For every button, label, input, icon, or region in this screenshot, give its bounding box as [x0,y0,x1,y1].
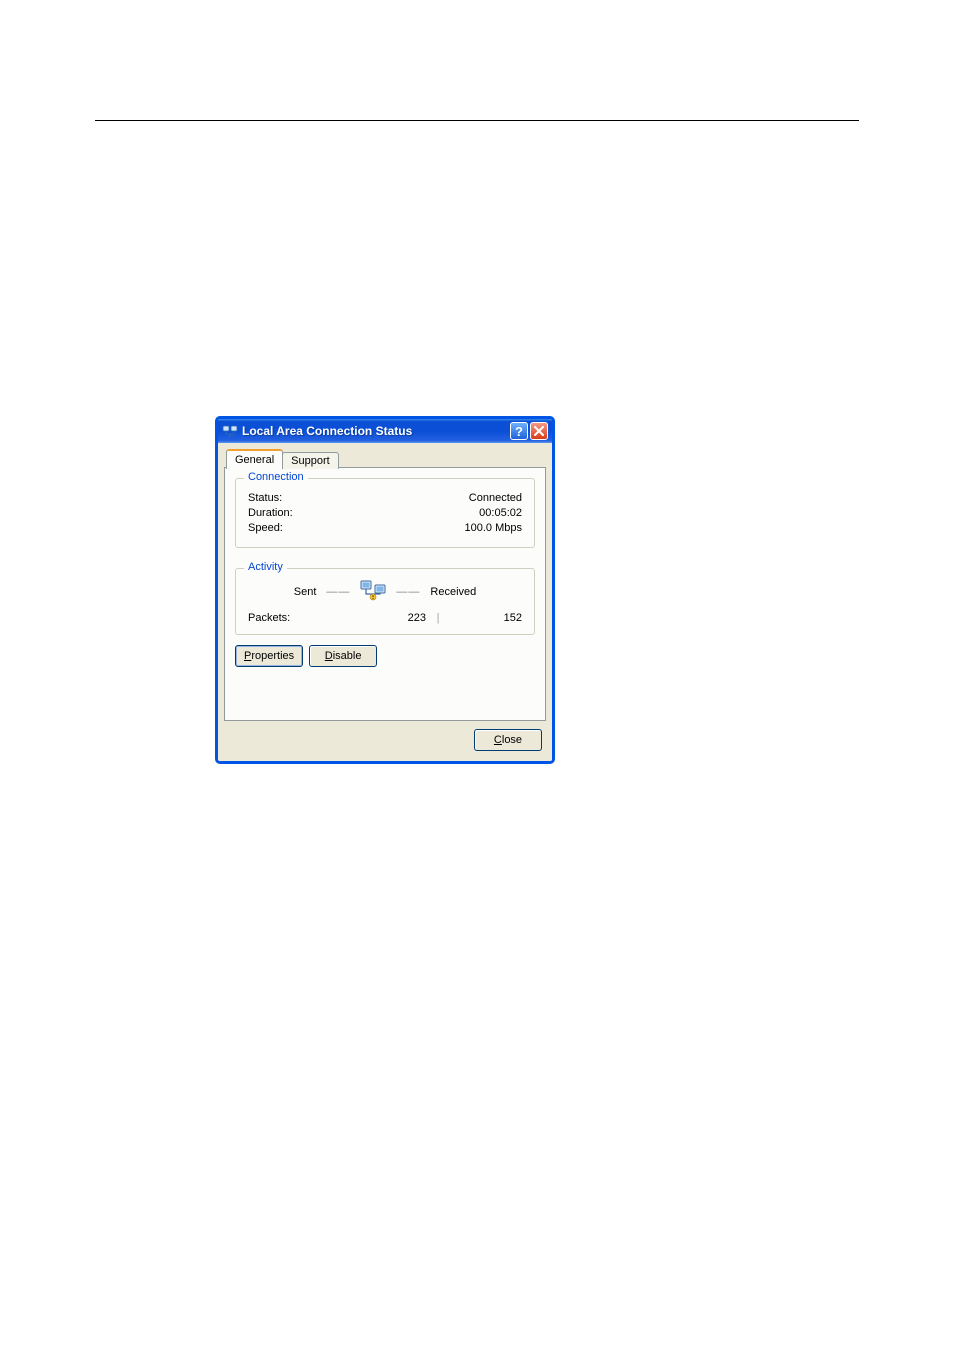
activity-header-row: Sent —— —— [248,579,522,604]
close-button-rest: lose [502,734,522,746]
activity-groupbox: Activity Sent —— [235,568,535,635]
help-button[interactable]: ? [510,422,528,440]
status-label: Status: [248,492,282,504]
speed-value: 100.0 Mbps [465,522,522,534]
packets-label: Packets: [248,612,354,624]
packets-received-value: 152 [450,612,522,624]
tab-panel-general: Connection Status: Connected Duration: 0… [224,467,546,721]
activity-legend: Activity [244,561,287,573]
tab-general[interactable]: General [226,449,283,469]
received-label: Received [430,586,476,598]
disable-button[interactable]: Disable [309,645,377,667]
close-window-button[interactable] [530,422,548,440]
close-button[interactable]: Close [474,729,542,751]
duration-row: Duration: 00:05:02 [248,507,522,519]
connection-status-dialog: Local Area Connection Status ? General S… [215,416,555,764]
status-row: Status: Connected [248,492,522,504]
activity-dash-left: —— [326,586,350,598]
action-button-row: Properties Disable [235,645,535,667]
duration-value: 00:05:02 [479,507,522,519]
duration-label: Duration: [248,507,293,519]
packets-sent-value: 223 [354,612,426,624]
properties-button[interactable]: Properties [235,645,303,667]
horizontal-rule [95,120,859,121]
packets-row: Packets: 223 | 152 [248,612,522,624]
status-value: Connected [469,492,522,504]
sent-label: Sent [294,586,317,598]
dialog-client-area: General Support Connection Status: Conne… [218,443,552,761]
network-status-icon [222,423,238,439]
titlebar[interactable]: Local Area Connection Status ? [218,419,552,443]
connection-groupbox: Connection Status: Connected Duration: 0… [235,478,535,548]
speed-label: Speed: [248,522,283,534]
dialog-footer: Close [474,729,542,751]
activity-dash-right: —— [396,586,420,598]
properties-button-rest: roperties [251,650,294,662]
dialog-title: Local Area Connection Status [242,424,510,438]
tab-strip: General Support [226,449,338,469]
packets-divider: | [426,612,450,624]
connection-legend: Connection [244,471,308,483]
network-activity-icon [360,579,386,604]
disable-button-rest: isable [333,650,362,662]
tab-support[interactable]: Support [282,452,339,469]
speed-row: Speed: 100.0 Mbps [248,522,522,534]
